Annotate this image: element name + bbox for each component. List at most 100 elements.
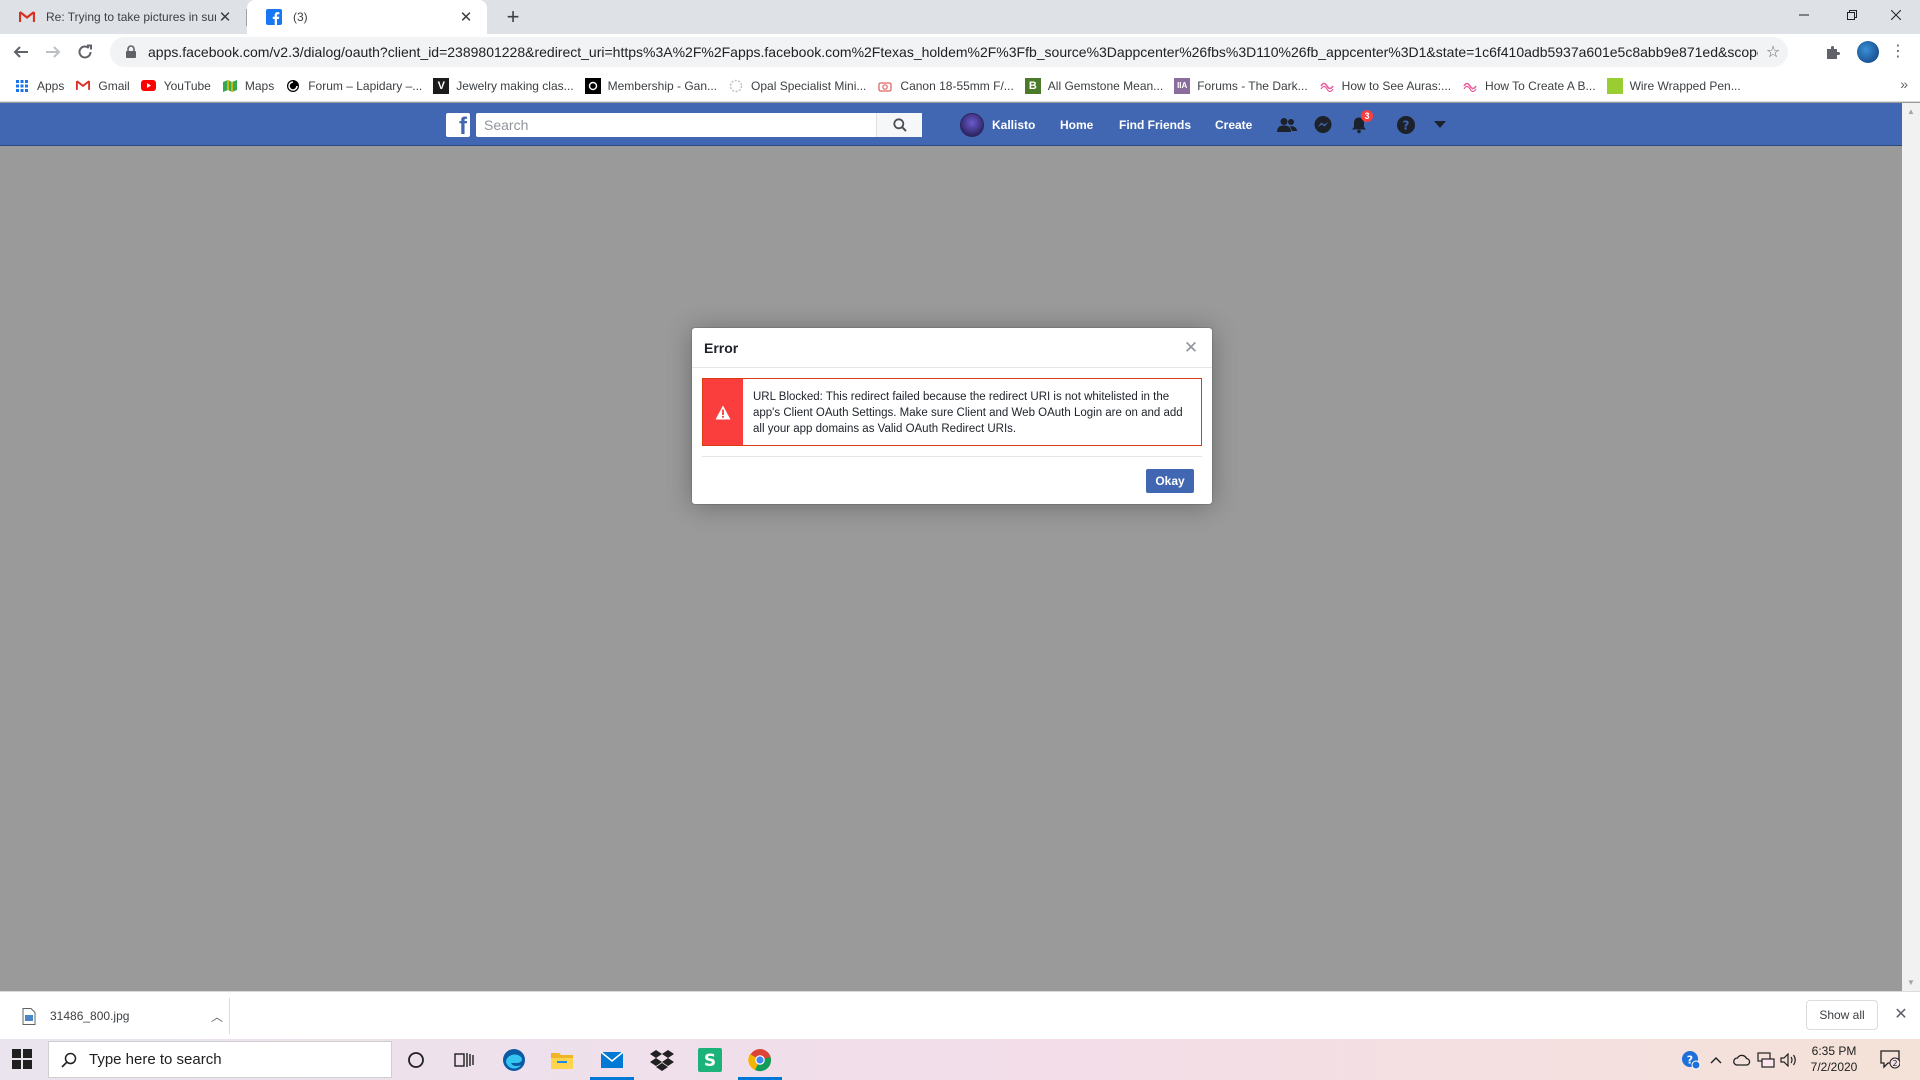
dialog-header: Error ✕ [692, 328, 1212, 368]
chevron-up-icon[interactable]: ︿ [205, 1008, 229, 1025]
extensions-puzzle-icon[interactable] [1822, 42, 1844, 64]
bookmark-forums-dark[interactable]: IIA Forums - The Dark... [1172, 73, 1316, 99]
help-icon[interactable]: ? [1394, 114, 1418, 136]
bookmark-create[interactable]: How To Create A B... [1460, 73, 1605, 99]
aura-icon [1319, 78, 1335, 94]
file-explorer-icon[interactable] [538, 1039, 586, 1080]
minimize-button[interactable] [1780, 0, 1828, 30]
bookmark-wire-wrapped[interactable]: Wire Wrapped Pen... [1605, 73, 1750, 99]
facebook-profile-link[interactable]: Kallisto [960, 113, 1035, 137]
clock-time: 6:35 PM [1811, 1044, 1857, 1058]
dialog-divider [702, 456, 1202, 457]
close-icon[interactable]: ✕ [1182, 338, 1200, 358]
bookmark-membership[interactable]: Membership - Gan... [583, 73, 726, 99]
page-scrollbar[interactable]: ▲ ▼ [1902, 103, 1920, 991]
task-view-icon[interactable] [440, 1039, 488, 1080]
user-name: Kallisto [992, 118, 1036, 132]
edge-browser-icon[interactable] [490, 1039, 538, 1080]
bookmark-maps[interactable]: Maps [220, 73, 283, 99]
address-bar[interactable]: apps.facebook.com/v2.3/dialog/oauth?clie… [110, 37, 1788, 67]
okay-button[interactable]: Okay [1146, 469, 1194, 493]
bookmark-label: Membership - Gan... [607, 78, 718, 93]
minimize-icon [1799, 14, 1809, 16]
svg-text:?: ? [1403, 119, 1410, 133]
bookmark-label: Opal Specialist Mini... [751, 78, 867, 93]
search-icon [892, 118, 907, 132]
taskbar-clock[interactable]: 6:35 PM 7/2/2020 [1800, 1043, 1868, 1075]
page-background [0, 146, 1902, 991]
nav-find-friends[interactable]: Find Friends [1119, 113, 1191, 137]
facebook-search-input[interactable] [476, 113, 922, 137]
bookmarks-overflow-icon[interactable]: » [1900, 76, 1908, 92]
facebook-search-button[interactable] [876, 113, 922, 137]
forum-icon [285, 78, 301, 94]
facebook-logo-icon[interactable]: f [446, 113, 470, 137]
new-tab-button[interactable]: + [500, 5, 526, 31]
tab-strip: Re: Trying to take pictures in sun ✕ (3)… [0, 0, 1920, 34]
bookmark-label: Jewelry making clas... [456, 78, 574, 93]
opal-icon [728, 78, 744, 94]
friend-requests-icon[interactable] [1275, 114, 1299, 136]
tab-facebook[interactable]: (3) ✕ [247, 0, 487, 34]
dropbox-icon[interactable] [638, 1039, 686, 1080]
nav-create[interactable]: Create [1215, 113, 1252, 137]
search-icon [61, 1052, 77, 1068]
bookmark-apps[interactable]: Apps [12, 73, 73, 99]
windows-taskbar: Type here to search S ? 6:35 PM 7/2/2020 [0, 1039, 1920, 1080]
scroll-down-icon[interactable]: ▼ [1907, 978, 1915, 987]
notification-badge: 3 [1361, 110, 1373, 122]
tab-gmail[interactable]: Re: Trying to take pictures in sun ✕ [0, 0, 246, 34]
bookmark-canon[interactable]: Canon 18-55mm F/... [875, 73, 1022, 99]
bookmark-jewelry[interactable]: V Jewelry making clas... [431, 73, 582, 99]
alert-side-bar [703, 379, 743, 445]
bookmark-gmail[interactable]: Gmail [73, 73, 138, 99]
network-icon[interactable] [1754, 1039, 1778, 1080]
close-window-button[interactable] [1872, 0, 1920, 30]
scroll-up-icon[interactable]: ▲ [1907, 107, 1915, 116]
maps-icon [222, 78, 238, 94]
error-alert: URL Blocked: This redirect failed becaus… [702, 378, 1202, 446]
bookmark-opal[interactable]: Opal Specialist Mini... [726, 73, 875, 99]
bookmarks-bar: Apps Gmail YouTube Maps Forum – Lapidary… [0, 70, 1920, 102]
taskbar-search-box[interactable]: Type here to search [48, 1041, 392, 1078]
show-all-button[interactable]: Show all [1806, 1000, 1878, 1030]
arrow-right-icon [46, 46, 61, 58]
tab-close-icon[interactable]: ✕ [457, 8, 475, 26]
bookmark-label: Wire Wrapped Pen... [1629, 78, 1741, 93]
messenger-icon[interactable] [1311, 114, 1335, 136]
tab-close-icon[interactable]: ✕ [216, 8, 234, 26]
chrome-icon[interactable] [736, 1039, 784, 1080]
action-center-icon[interactable]: 2 [1880, 1049, 1900, 1069]
cortana-icon[interactable] [392, 1039, 440, 1080]
bookmark-label: Maps [244, 78, 275, 93]
bookmark-label: Canon 18-55mm F/... [900, 78, 1014, 93]
bookmark-gemstone[interactable]: B All Gemstone Mean... [1023, 73, 1172, 99]
image-file-icon [22, 1007, 36, 1025]
account-menu-caret-icon[interactable] [1428, 114, 1452, 136]
bookmark-star-icon[interactable]: ☆ [1758, 42, 1788, 62]
download-item[interactable]: 31486_800.jpg ︿ [12, 998, 230, 1034]
chevron-up-icon[interactable] [1706, 1039, 1726, 1080]
forward-button[interactable] [40, 39, 66, 65]
action-center-count: 2 [1892, 1059, 1897, 1068]
bookmark-youtube[interactable]: YouTube [139, 73, 220, 99]
help-tray-icon[interactable]: ? [1678, 1039, 1704, 1080]
onedrive-cloud-icon[interactable] [1730, 1039, 1754, 1080]
windows-start-icon[interactable] [12, 1049, 32, 1069]
restore-button[interactable] [1828, 0, 1876, 30]
mail-app-icon[interactable] [588, 1039, 636, 1080]
back-button[interactable] [8, 39, 34, 65]
nav-home[interactable]: Home [1060, 113, 1093, 137]
bookmark-auras[interactable]: How to See Auras:... [1317, 73, 1460, 99]
gmail-icon [75, 78, 91, 94]
chrome-menu-icon[interactable]: ⋮ [1888, 40, 1908, 64]
tab-title: Re: Trying to take pictures in sun [46, 10, 216, 24]
speaker-icon[interactable] [1778, 1039, 1800, 1080]
s-app-icon[interactable]: S [686, 1039, 734, 1080]
error-dialog: Error ✕ URL Blocked: This redirect faile… [692, 328, 1212, 504]
bookmark-forum-lapidary[interactable]: Forum – Lapidary –... [283, 73, 431, 99]
close-shelf-icon[interactable]: ✕ [1892, 1006, 1910, 1024]
profile-avatar[interactable] [1857, 41, 1879, 63]
reload-button[interactable] [72, 39, 98, 65]
bookmark-label: How To Create A B... [1485, 78, 1596, 93]
